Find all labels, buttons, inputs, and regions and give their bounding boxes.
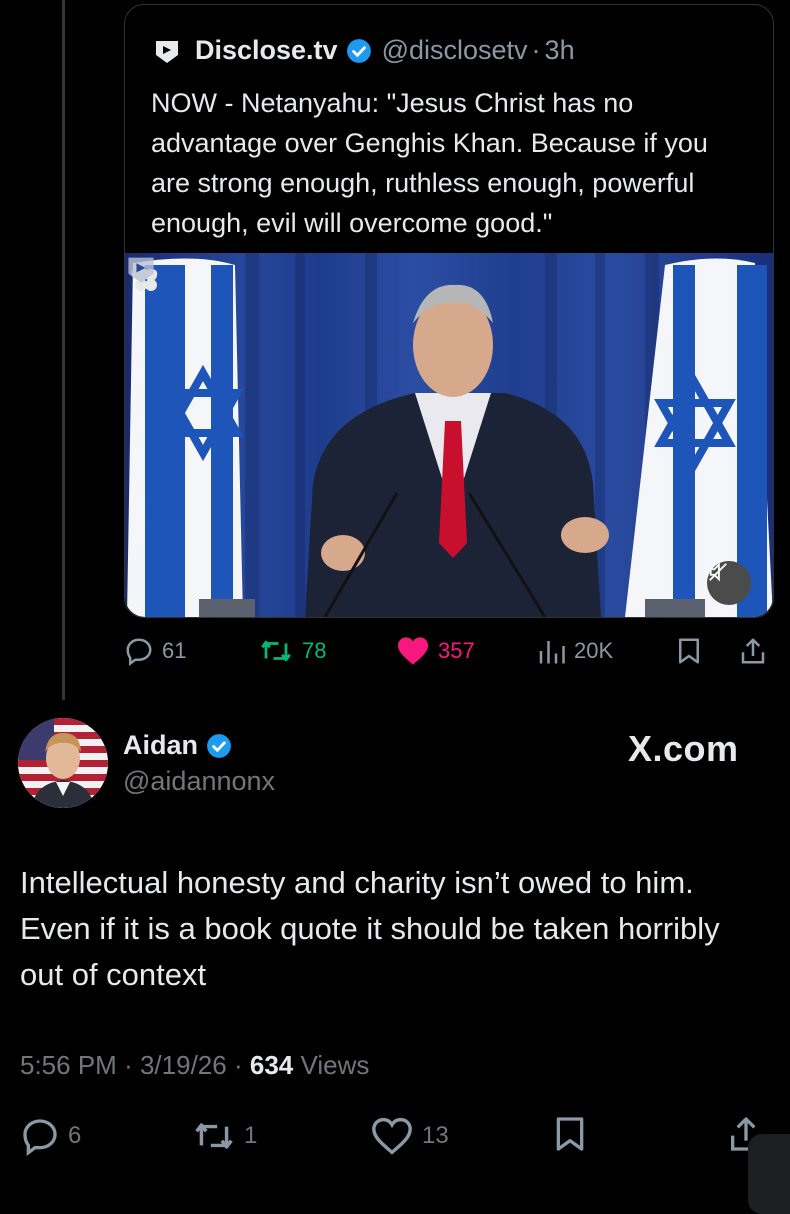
speaker-figure	[305, 284, 609, 617]
post-date[interactable]: 3/19/26	[140, 1050, 227, 1080]
brand-watermark: X.com	[628, 728, 739, 769]
bookmark-icon[interactable]	[550, 1114, 590, 1154]
quoted-time[interactable]: 3h	[545, 35, 575, 66]
quoted-author-name[interactable]: Disclose.tv	[195, 35, 338, 66]
mute-icon	[709, 562, 727, 582]
author-handle[interactable]: @aidannonx	[123, 766, 275, 797]
views-count: 20K	[574, 638, 614, 663]
video-thumbnail[interactable]: GPO	[125, 253, 773, 617]
like-button[interactable]: 357	[396, 636, 475, 666]
thread-connector-line	[62, 0, 65, 700]
disclose-watermark-icon	[128, 257, 154, 283]
views-chart-icon	[539, 641, 565, 664]
quoted-post-card[interactable]: Disclose.tv @disclosetv · 3h NOW - Netan…	[124, 4, 774, 618]
avatar[interactable]	[18, 718, 108, 808]
reply-button[interactable]: 61	[124, 636, 186, 666]
reply-icon	[23, 1119, 57, 1156]
author-name-text[interactable]: Aidan	[123, 730, 198, 761]
post-metadata: 5:56 PM · 3/19/26 · 634 Views	[20, 1050, 369, 1081]
verified-badge-icon	[207, 733, 231, 758]
heart-icon	[372, 1117, 412, 1155]
reply-count: 6	[68, 1122, 82, 1149]
post-time[interactable]: 5:56 PM	[20, 1050, 117, 1080]
repost-count: 1	[244, 1122, 258, 1149]
like-count: 13	[422, 1122, 449, 1149]
views-button[interactable]: 20K	[536, 636, 613, 666]
author-name[interactable]: Aidan	[123, 730, 232, 761]
avatar-image	[18, 718, 108, 808]
verified-badge-icon	[346, 38, 371, 63]
disclose-logo-icon	[156, 40, 178, 63]
quoted-post-header: Disclose.tv @disclosetv · 3h	[153, 35, 575, 66]
quoted-post-text: NOW - Netanyahu: "Jesus Christ has no ad…	[151, 88, 708, 238]
reply-icon	[126, 638, 152, 666]
repost-icon	[195, 1123, 233, 1149]
bookmark-icon[interactable]	[674, 636, 704, 666]
reply-count: 61	[162, 638, 187, 663]
mute-button[interactable]	[707, 561, 751, 605]
share-icon[interactable]	[738, 636, 768, 666]
dot-separator: ·	[124, 1050, 133, 1080]
views-label: Views	[300, 1050, 370, 1080]
repost-button[interactable]: 1	[192, 1116, 257, 1156]
reply-button[interactable]: 6	[20, 1116, 81, 1156]
like-count: 357	[438, 638, 475, 663]
video-frame-illustration	[127, 253, 773, 617]
repost-icon	[261, 640, 291, 662]
dot-separator: ·	[233, 1050, 243, 1080]
overlay-corner	[748, 1134, 790, 1214]
quoted-handle[interactable]: @disclosetv	[382, 35, 528, 66]
repost-count: 78	[302, 638, 327, 663]
dot-separator: ·	[531, 35, 541, 65]
heart-filled-icon	[398, 637, 428, 665]
left-flag	[127, 258, 244, 617]
repost-button[interactable]: 78	[258, 636, 326, 666]
views-count: 634	[249, 1050, 294, 1080]
like-button[interactable]: 13	[370, 1116, 449, 1156]
post-text: Intellectual honesty and charity isn’t o…	[20, 865, 720, 992]
